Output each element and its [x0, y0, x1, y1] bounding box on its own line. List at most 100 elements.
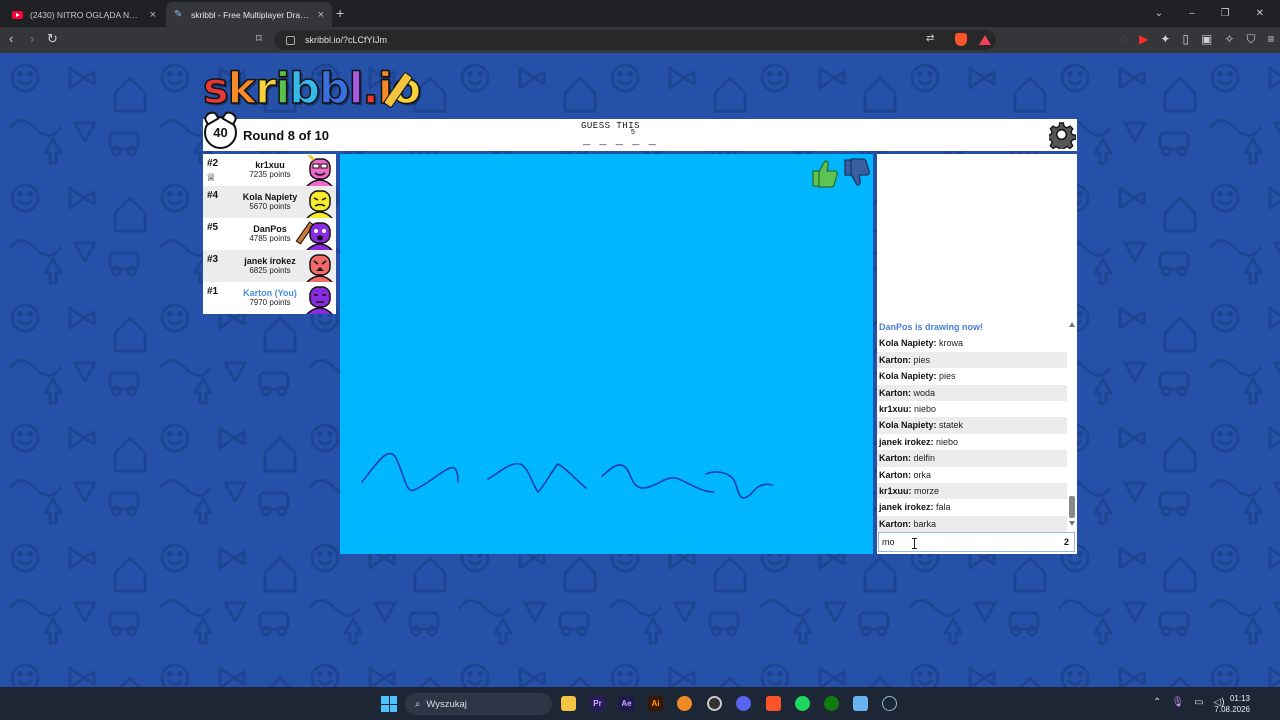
brave-rewards-icon[interactable]	[979, 35, 991, 45]
chat-message: kr1xuu: niebo	[877, 401, 1067, 417]
network-icon[interactable]: ▭	[1194, 697, 1203, 708]
message-text: krowa	[936, 338, 964, 349]
minimize-icon[interactable]: –	[1189, 8, 1195, 19]
player-rank: #4	[207, 190, 219, 201]
restore-icon[interactable]: ❐	[1221, 8, 1230, 19]
message-text: morze	[911, 485, 940, 496]
premiere-icon[interactable]: Pr	[590, 696, 605, 711]
message-author: janek irokez:	[879, 502, 934, 513]
chat-system-message: DanPos is drawing now!	[877, 319, 1067, 335]
logo-letter: r	[254, 63, 277, 115]
new-tab-button[interactable]: +	[336, 5, 344, 21]
brave-shields-icon[interactable]	[955, 33, 967, 46]
scroll-down-icon[interactable]	[1069, 521, 1075, 526]
drawing-canvas[interactable]	[340, 154, 873, 554]
file-explorer-icon[interactable]	[561, 696, 576, 711]
windows-start-icon[interactable]	[381, 696, 397, 712]
message-text: niebo	[911, 403, 937, 414]
chevron-up-icon[interactable]: ⌃	[1153, 697, 1161, 708]
logo-letter: l	[348, 63, 364, 115]
chat-message: Kola Napiety: pies	[877, 368, 1067, 384]
spotify-icon[interactable]	[795, 696, 810, 711]
player-avatar	[306, 155, 333, 186]
tab-search-icon[interactable]: ⌄	[1155, 8, 1163, 19]
vpn-icon[interactable]: ◌	[1120, 32, 1127, 47]
message-author: Karton:	[879, 518, 911, 529]
window-controls: ⌄ – ❐ ✕	[1155, 0, 1280, 27]
player-row[interactable]: #2 ♕ kr1xuu 7235 points	[203, 154, 336, 186]
address-bar[interactable]: skribbl.io/?cLCfYIJm	[274, 30, 996, 50]
logo-letter: s	[202, 63, 229, 115]
logo-letter: k	[227, 63, 257, 115]
message-text: woda	[911, 387, 936, 398]
player-rank: #2	[207, 158, 219, 169]
player-points: 6825 points	[249, 266, 291, 275]
after-effects-icon[interactable]: Ae	[619, 696, 634, 711]
translate-icon[interactable]: ⇄	[926, 32, 934, 46]
player-points: 5670 points	[249, 202, 291, 211]
logo-letter: .	[362, 63, 380, 115]
tab-close-icon[interactable]: ×	[318, 9, 324, 21]
tab-youtube[interactable]: (2430) NITRO OGLĄDA NAJLEPSZE M ×	[4, 2, 164, 27]
bookmark-icon[interactable]: ⌑	[256, 32, 262, 46]
chat-message: Karton: barka	[877, 515, 1067, 533]
message-text: statek	[936, 420, 964, 431]
chat-message: janek irokez: niebo	[877, 434, 1067, 450]
logo-letter: b	[288, 63, 320, 115]
scroll-thumb[interactable]	[1069, 496, 1075, 518]
youtube-ext-icon[interactable]: ▶	[1139, 32, 1148, 47]
steam-icon[interactable]	[882, 696, 897, 711]
fl-studio-icon[interactable]	[677, 696, 692, 711]
chat-scrollbar[interactable]	[1068, 321, 1077, 527]
discord-icon[interactable]	[736, 696, 751, 711]
player-avatar	[306, 190, 333, 218]
chat-messages: DanPos is drawing now! Kola Napiety: kro…	[877, 319, 1067, 533]
extensions-icon[interactable]: ✦	[1160, 32, 1170, 47]
brave-icon[interactable]	[766, 696, 781, 711]
tab-label: (2430) NITRO OGLĄDA NAJLEPSZE M	[30, 9, 143, 20]
site-info-icon[interactable]	[286, 35, 295, 45]
taskbar-search[interactable]: ⌕ Wyszukaj	[405, 693, 552, 715]
sidebar-icon[interactable]: ▯	[1182, 32, 1189, 47]
reload-icon[interactable]: ↻	[47, 32, 58, 46]
back-icon[interactable]: ‹	[9, 32, 13, 46]
player-name: janek irokez	[244, 256, 296, 266]
tab-skribbl[interactable]: ✎ skribbl - Free Multiplayer Drawin ×	[166, 2, 332, 27]
chat-message: kr1xuu: morze	[877, 482, 1067, 500]
drawing-strokes	[361, 452, 773, 499]
scroll-up-icon[interactable]	[1069, 322, 1075, 327]
wallet-icon[interactable]: ▣	[1201, 32, 1212, 47]
vpn-shield-icon[interactable]: ⛉	[1246, 32, 1255, 47]
message-author: Kola Napiety:	[879, 338, 937, 349]
crown-icon: ♕	[206, 172, 216, 184]
close-window-icon[interactable]: ✕	[1256, 8, 1264, 19]
obs-icon[interactable]	[707, 696, 722, 711]
player-row[interactable]: #5 DanPos 4785 points	[203, 218, 336, 250]
chat-message: Karton: pies	[877, 351, 1067, 369]
message-text: DanPos is drawing now!	[879, 322, 984, 332]
chat-panel: DanPos is drawing now! Kola Napiety: kro…	[877, 154, 1077, 554]
message-author: Karton:	[879, 453, 911, 464]
youtube-icon	[12, 10, 23, 19]
chat-message: Kola Napiety: krowa	[877, 335, 1067, 351]
chat-message: Karton: woda	[877, 384, 1067, 401]
player-list: #2 ♕ kr1xuu 7235 points #4 Kola Napiety …	[203, 154, 336, 314]
microphone-icon[interactable]: 🎙	[1171, 697, 1184, 708]
xbox-icon[interactable]	[824, 696, 839, 711]
player-row[interactable]: #3 janek irokez 6825 points	[203, 250, 336, 282]
settings-gear-icon[interactable]	[1049, 122, 1076, 149]
tab-close-icon[interactable]: ×	[150, 9, 156, 21]
chat-input[interactable]: mo	[878, 532, 1075, 552]
skribbl-page: s k r i b b l . i o 40 Round 8 of 10 GUE…	[0, 53, 1280, 687]
illustrator-icon[interactable]: Ai	[648, 696, 663, 711]
message-author: Kola Napiety:	[879, 420, 937, 431]
photos-icon[interactable]	[853, 696, 868, 711]
player-row[interactable]: #4 Kola Napiety 5670 points	[203, 186, 336, 218]
player-row-self[interactable]: #1 Karton (You) 7970 points	[203, 282, 336, 314]
menu-icon[interactable]: ≡	[1267, 32, 1274, 47]
clock-date: 7.08.2026	[1214, 705, 1250, 714]
forward-icon[interactable]: ›	[30, 32, 34, 46]
message-author: Karton:	[879, 387, 911, 398]
leo-icon[interactable]: ✧	[1224, 32, 1234, 47]
taskbar-clock[interactable]: 01:13 7.08.2026	[1214, 693, 1250, 715]
